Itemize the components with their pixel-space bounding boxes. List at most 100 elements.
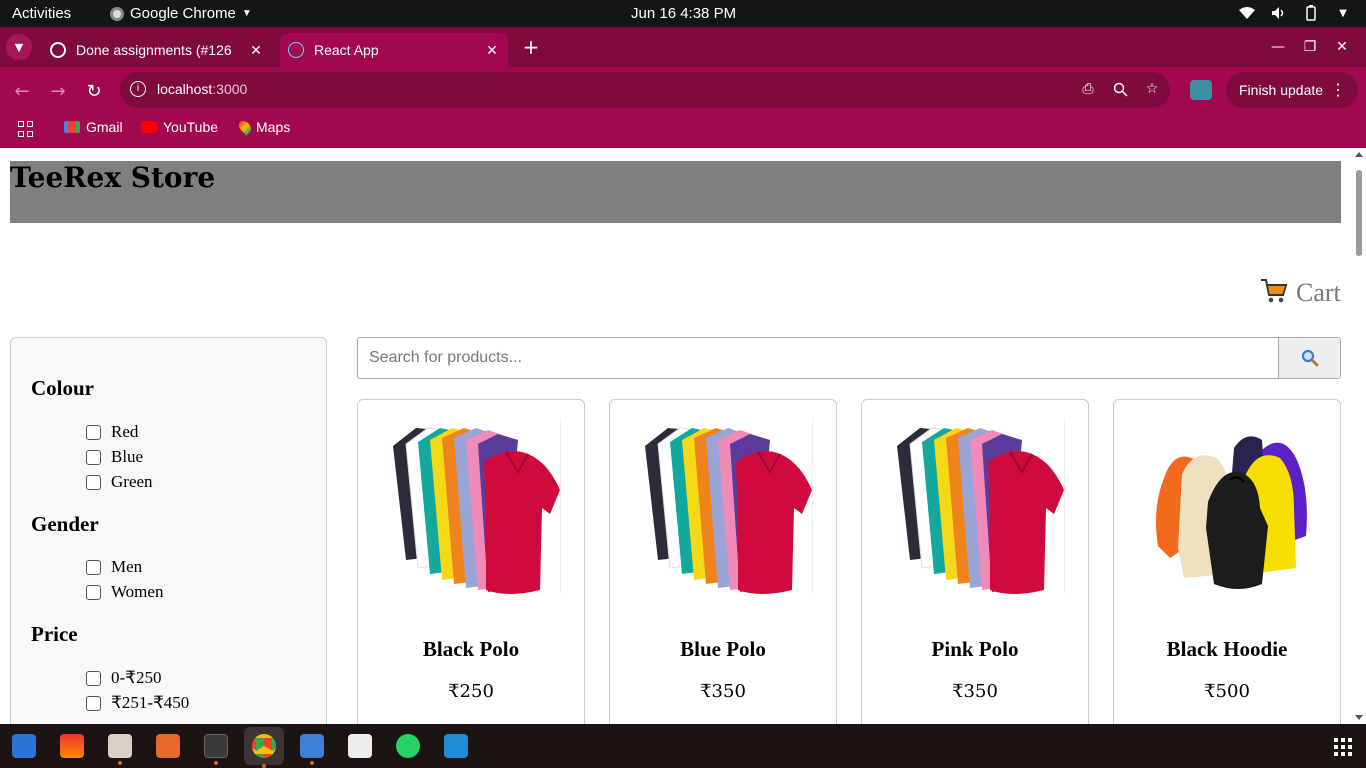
dock-reader[interactable]: [344, 730, 376, 762]
page-title: TeeRex Store: [10, 161, 216, 194]
checkbox[interactable]: [86, 559, 101, 575]
dock-docs[interactable]: [8, 730, 40, 762]
product-card: Black Hoodie ₹500: [1113, 399, 1341, 724]
chrome-icon: [252, 734, 276, 758]
dock-files[interactable]: [104, 730, 136, 765]
tab-react-app[interactable]: React App ✕: [280, 33, 508, 67]
bookmark-maps[interactable]: Maps: [236, 118, 290, 136]
site-info-icon[interactable]: i: [130, 81, 146, 97]
checkbox[interactable]: [86, 695, 101, 711]
checkbox[interactable]: [86, 449, 101, 465]
close-window-button[interactable]: ✕: [1326, 35, 1358, 59]
maximize-button[interactable]: ❐: [1294, 35, 1326, 59]
more-menu-icon: ⋮: [1330, 82, 1346, 99]
dock-terminal[interactable]: [200, 730, 232, 765]
address-bar[interactable]: i localhost:3000 ⎙ ☆: [120, 72, 1170, 108]
react-icon: [288, 42, 304, 58]
checkbox[interactable]: [86, 584, 101, 600]
gmail-icon: [64, 121, 80, 133]
dock-vscode[interactable]: [440, 730, 472, 762]
search-button[interactable]: [1278, 338, 1340, 378]
window-controls: — ❐ ✕: [1262, 35, 1358, 59]
dock-notes[interactable]: [296, 730, 328, 765]
install-app-icon[interactable]: ⎙: [1078, 79, 1098, 99]
product-name: Black Polo: [422, 637, 520, 661]
zoom-icon[interactable]: [1110, 79, 1130, 99]
store-header: TeeRex Store: [10, 161, 1341, 223]
extension-icon[interactable]: [1190, 80, 1212, 100]
product-price: ₹250: [448, 681, 494, 702]
product-price: ₹500: [1204, 681, 1250, 702]
filter-option-blue[interactable]: Blue: [86, 447, 143, 467]
product-price: ₹350: [952, 681, 998, 702]
terminal-icon: [204, 734, 228, 758]
checkbox[interactable]: [86, 670, 101, 686]
power-menu-icon: ▼: [1339, 7, 1347, 19]
hoodies-image: [1134, 418, 1322, 598]
filter-option-green[interactable]: Green: [86, 472, 153, 492]
browser-window: ▼ Done assignments (#126 ✕ React App ✕ +…: [0, 27, 1366, 148]
product-name: Black Hoodie: [1166, 637, 1288, 661]
scroll-up-arrow-icon[interactable]: [1355, 152, 1363, 157]
show-apps-icon[interactable]: [1334, 738, 1352, 756]
product-name: Blue Polo: [680, 637, 766, 661]
product-card: Blue Polo ₹350: [609, 399, 837, 724]
maps-icon: [236, 118, 254, 136]
tab-search-button[interactable]: ▼: [6, 34, 32, 60]
tab-title: Done assignments (#126: [76, 42, 232, 58]
polo-shirts-image: [630, 418, 818, 598]
clock[interactable]: Jun 16 4:38 PM: [631, 5, 736, 22]
notes-icon: [300, 734, 324, 758]
dock-chrome[interactable]: [244, 727, 284, 768]
battery-icon: [1302, 4, 1320, 22]
tab-done-assignments[interactable]: Done assignments (#126 ✕: [42, 33, 272, 67]
app-menu[interactable]: Google Chrome ▼: [110, 5, 252, 22]
colour-filter-heading: Colour: [31, 376, 94, 400]
browser-toolbar: ← → ↻ i localhost:3000 ⎙ ☆ Finish update…: [0, 67, 1366, 113]
polo-shirts-image: [882, 418, 1070, 598]
youtube-icon: [141, 121, 157, 133]
system-tray[interactable]: ▼: [1238, 4, 1352, 22]
finish-update-button[interactable]: Finish update ⋮: [1226, 72, 1358, 108]
whatsapp-icon: [396, 734, 420, 758]
search-input[interactable]: Search for products...: [369, 349, 522, 367]
downloader-icon: [60, 734, 84, 758]
apps-grid-icon[interactable]: [18, 121, 34, 137]
new-tab-button[interactable]: +: [520, 35, 542, 59]
activities-button[interactable]: Activities: [12, 5, 71, 22]
filter-option-price-0-250[interactable]: 0-₹250: [86, 668, 161, 688]
filter-option-price-251-450[interactable]: ₹251-₹450: [86, 693, 189, 713]
scrollbar-thumb[interactable]: [1356, 170, 1362, 256]
github-icon: [50, 42, 66, 58]
wifi-icon: [1238, 4, 1256, 22]
bookmarks-bar: Gmail YouTube Maps: [0, 113, 1366, 148]
filters-panel: Colour Red Blue Green Gender Men Women P…: [10, 337, 327, 724]
dock-downloader[interactable]: [56, 730, 88, 762]
bookmark-youtube[interactable]: YouTube: [141, 119, 218, 135]
page-scrollbar[interactable]: [1352, 148, 1366, 724]
filter-option-women[interactable]: Women: [86, 582, 163, 602]
dock-software[interactable]: [152, 730, 184, 762]
close-tab-icon[interactable]: ✕: [482, 42, 502, 59]
checkbox[interactable]: [86, 424, 101, 440]
url-text[interactable]: localhost:3000: [157, 81, 247, 97]
scroll-down-arrow-icon[interactable]: [1355, 715, 1363, 720]
dock-whatsapp[interactable]: [392, 730, 424, 762]
cart-label: Cart: [1296, 278, 1341, 307]
minimize-button[interactable]: —: [1262, 35, 1294, 59]
product-search: Search for products...: [357, 337, 1341, 379]
back-button[interactable]: ←: [10, 79, 34, 103]
checkbox[interactable]: [86, 474, 101, 490]
volume-icon: [1270, 4, 1288, 22]
product-card: Black Polo ₹250: [357, 399, 585, 724]
bookmark-star-icon[interactable]: ☆: [1142, 79, 1162, 99]
forward-button[interactable]: →: [46, 79, 70, 103]
close-tab-icon[interactable]: ✕: [246, 42, 266, 59]
reload-button[interactable]: ↻: [82, 79, 106, 103]
cart-link[interactable]: Cart: [1260, 278, 1341, 308]
filter-option-men[interactable]: Men: [86, 557, 142, 577]
filter-option-red[interactable]: Red: [86, 422, 138, 442]
bookmark-gmail[interactable]: Gmail: [64, 119, 123, 135]
system-top-bar: Activities Google Chrome ▼ Jun 16 4:38 P…: [0, 0, 1366, 27]
chrome-icon: [110, 6, 124, 21]
